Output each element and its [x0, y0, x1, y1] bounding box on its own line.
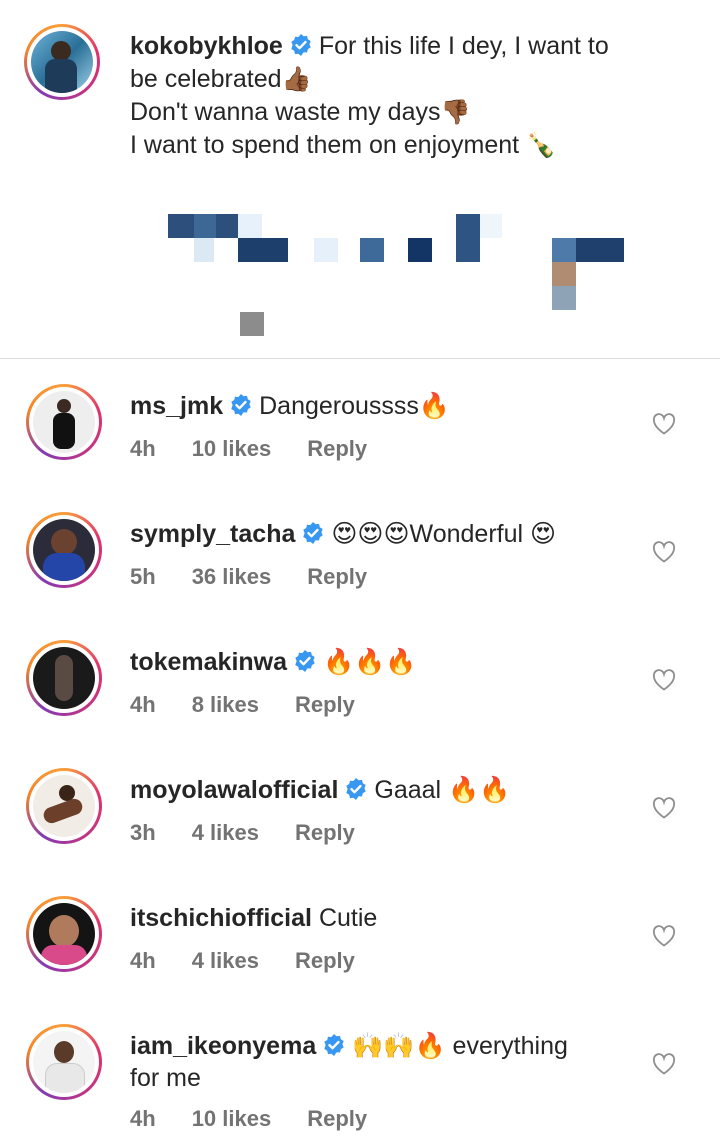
comment-body: 🙌🙌🔥 everything [352, 1032, 568, 1060]
reply-button[interactable]: Reply [295, 948, 355, 973]
comment-time: 4h [130, 436, 156, 461]
comment-body: Gaaal 🔥🔥 [374, 776, 511, 804]
comment-item: itschichiofficial Cutie 4h 4 likes Reply [0, 882, 720, 1010]
verified-badge-icon [231, 394, 251, 416]
comment-item: ms_jmk Dangeroussss🔥 4h 10 likes Reply [0, 370, 720, 498]
comment-likes[interactable]: 4 likes [192, 820, 259, 845]
heart-icon[interactable] [652, 1053, 676, 1075]
comment-body-line-2: for me [130, 1064, 201, 1092]
comment-meta: 4h 10 likes Reply [130, 1106, 403, 1132]
comment-item: iam_ikeonyema 🙌🙌🔥 everything for me 4h 10 … [0, 1010, 720, 1138]
comment-username[interactable]: ms_jmk [130, 392, 223, 420]
reply-button[interactable]: Reply [307, 1106, 367, 1131]
comment-time: 3h [130, 820, 156, 845]
caption-line-2: be celebrated [130, 65, 282, 93]
heart-icon[interactable] [652, 797, 676, 819]
comment-meta: 4h 8 likes Reply [130, 692, 391, 718]
heart-icon[interactable] [652, 413, 676, 435]
comment-text: iam_ikeonyema 🙌🙌🔥 everything for me [130, 1030, 630, 1094]
verified-badge-icon [303, 522, 324, 544]
comment-username[interactable]: iam_ikeonyema [130, 1032, 316, 1060]
caption-text: kokobykhloe For this life I dey, I want t… [130, 30, 690, 162]
thumbs-down-emoji: 👎🏾 [440, 98, 471, 126]
comment-meta: 4h 10 likes Reply [130, 436, 403, 462]
comment-likes[interactable]: 10 likes [192, 1106, 272, 1131]
commenter-avatar[interactable] [26, 1024, 102, 1100]
commenter-avatar[interactable] [26, 896, 102, 972]
comment-likes[interactable]: 10 likes [192, 436, 272, 461]
heart-icon[interactable] [652, 669, 676, 691]
comment-text: ms_jmk Dangeroussss🔥 [130, 390, 630, 422]
commenter-avatar[interactable] [26, 640, 102, 716]
comment-time: 5h [130, 564, 156, 589]
comment-item: tokemakinwa 🔥🔥🔥 4h 8 likes Reply [0, 626, 720, 754]
divider [0, 358, 720, 359]
comment-body: Dangeroussss🔥 [259, 392, 451, 420]
comment-username[interactable]: itschichiofficial [130, 904, 312, 932]
verified-badge-icon [295, 650, 315, 672]
commenter-avatar[interactable] [26, 768, 102, 844]
comment-body: Cutie [318, 904, 378, 932]
bottle-emoji: 🍾 [526, 131, 556, 159]
comment-time: 4h [130, 1106, 156, 1131]
caption-line-4: I want to spend them on enjoyment [130, 131, 520, 159]
verified-badge-icon [291, 34, 311, 56]
commenter-avatar[interactable] [26, 512, 102, 588]
caption-line-1: For this life I dey, I want to [318, 32, 609, 60]
comment-likes[interactable]: 36 likes [192, 564, 272, 589]
comment-item: symply_tacha 😍😍😍Wonderful 😍 5h 36 likes Rep… [0, 498, 720, 626]
comment-text: moyolawalofficial Gaaal 🔥🔥 [130, 774, 630, 806]
thumbs-up-emoji: 👍🏾 [281, 65, 312, 93]
comment-text: tokemakinwa 🔥🔥🔥 [130, 646, 630, 678]
comment-body: 🔥🔥🔥 [323, 648, 417, 676]
comment-username[interactable]: symply_tacha [130, 520, 295, 548]
caption-username[interactable]: kokobykhloe [130, 32, 283, 60]
heart-icon[interactable] [652, 925, 676, 947]
comment-meta: 5h 36 likes Reply [130, 564, 403, 590]
reply-button[interactable]: Reply [295, 820, 355, 845]
reply-button[interactable]: Reply [307, 436, 367, 461]
reply-button[interactable]: Reply [295, 692, 355, 717]
comment-username[interactable]: moyolawalofficial [130, 776, 338, 804]
reply-button[interactable]: Reply [307, 564, 367, 589]
comment-text: symply_tacha 😍😍😍Wonderful 😍 [130, 518, 630, 550]
caption-section: kokobykhloe For this life I dey, I want t… [0, 0, 720, 358]
verified-badge-icon [346, 778, 367, 800]
comment-time: 4h [130, 948, 156, 973]
comment-text: itschichiofficial Cutie [130, 902, 630, 934]
heart-icon[interactable] [652, 541, 676, 563]
comment-username[interactable]: tokemakinwa [130, 648, 287, 676]
comment-likes[interactable]: 4 likes [192, 948, 259, 973]
caption-avatar[interactable] [24, 24, 100, 100]
comment-meta: 3h 4 likes Reply [130, 820, 391, 846]
comment-body: 😍😍😍Wonderful 😍 [331, 520, 557, 548]
comment-meta: 4h 4 likes Reply [130, 948, 391, 974]
caption-line-3: Don't wanna waste my days [130, 98, 441, 126]
verified-badge-icon [324, 1034, 344, 1056]
comment-time: 4h [130, 692, 156, 717]
commenter-avatar[interactable] [26, 384, 102, 460]
comment-likes[interactable]: 8 likes [192, 692, 259, 717]
comment-item: moyolawalofficial Gaaal 🔥🔥 3h 4 likes Reply [0, 754, 720, 882]
